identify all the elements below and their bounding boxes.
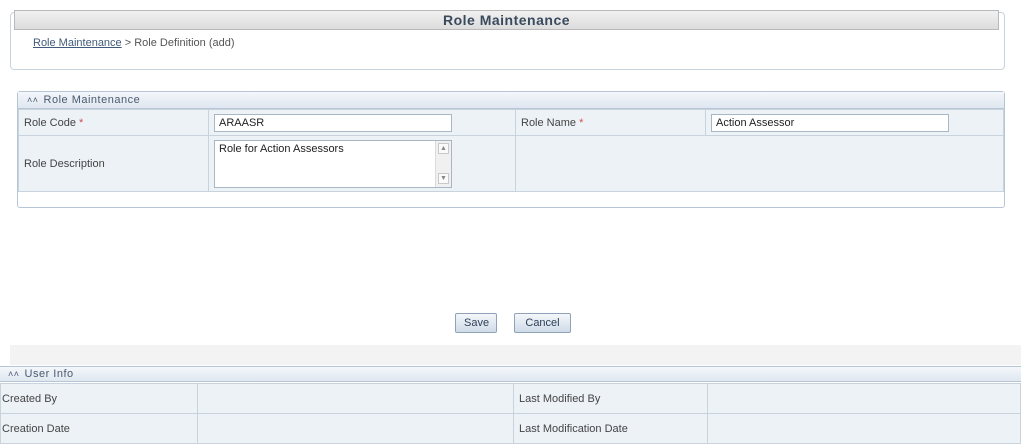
role-description-textarea[interactable]: Role for Action Assessors (215, 140, 435, 187)
breadcrumb-current: Role Definition (add) (134, 37, 235, 49)
last-modification-date-value (707, 413, 1021, 444)
empty-cell (515, 135, 1004, 192)
cancel-button[interactable]: Cancel (514, 313, 571, 333)
created-by-label: Created By (0, 383, 198, 414)
role-name-cell (705, 109, 1004, 136)
double-chevron-up-icon[interactable]: ˄˄ (8, 367, 20, 381)
breadcrumb: Role Maintenance > Role Definition (add) (33, 37, 235, 49)
role-description-label-cell: Role Description (18, 135, 209, 192)
role-maintenance-panel: ˄˄ Role Maintenance Role Code * Role Name… (17, 91, 1005, 208)
user-info-section-header[interactable]: ˄˄ User Info (0, 366, 1021, 382)
required-marker: * (579, 116, 584, 129)
breadcrumb-separator: > (124, 37, 132, 49)
scroll-down-arrow-icon[interactable]: ▼ (438, 172, 449, 184)
created-by-value (197, 383, 514, 414)
user-info-row: Creation Date Last Modification Date (0, 413, 1021, 444)
role-maintenance-section-header[interactable]: ˄˄ Role Maintenance (18, 92, 1004, 109)
save-button[interactable]: Save (455, 313, 497, 333)
form-row: Role Code * Role Name * (18, 109, 1004, 136)
section-title: User Info (24, 368, 74, 380)
last-modified-by-label: Last Modified By (513, 383, 708, 414)
scroll-up-arrow-icon[interactable]: ▲ (438, 142, 449, 154)
last-modified-by-value (707, 383, 1021, 414)
divider-strip (10, 345, 1021, 365)
role-form-table: Role Code * Role Name * Role Description… (18, 109, 1004, 192)
role-name-input[interactable] (711, 113, 949, 132)
textarea-scrollbar[interactable]: ▲ ▼ (435, 140, 451, 187)
last-modification-date-label: Last Modification Date (513, 413, 708, 444)
role-code-label-cell: Role Code * (18, 109, 209, 136)
role-description-cell: Role for Action Assessors ▲ ▼ (208, 135, 516, 192)
role-code-cell (208, 109, 516, 136)
user-info-table: Created By Last Modified By Creation Dat… (0, 383, 1021, 444)
role-name-label-cell: Role Name * (515, 109, 706, 136)
required-marker: * (79, 116, 84, 129)
user-info-row: Created By Last Modified By (0, 383, 1021, 414)
creation-date-value (197, 413, 514, 444)
role-code-label: Role Code (24, 116, 76, 129)
form-row: Role Description Role for Action Assesso… (18, 135, 1004, 192)
section-title: Role Maintenance (43, 94, 141, 106)
role-description-label: Role Description (24, 157, 105, 170)
breadcrumb-link-role-maintenance[interactable]: Role Maintenance (33, 37, 122, 49)
double-chevron-up-icon[interactable]: ˄˄ (27, 92, 39, 108)
role-name-label: Role Name (521, 116, 577, 129)
page-title: Role Maintenance (14, 10, 999, 30)
role-code-input[interactable] (214, 113, 452, 132)
role-description-wrapper: Role for Action Assessors ▲ ▼ (214, 139, 452, 188)
creation-date-label: Creation Date (0, 413, 198, 444)
